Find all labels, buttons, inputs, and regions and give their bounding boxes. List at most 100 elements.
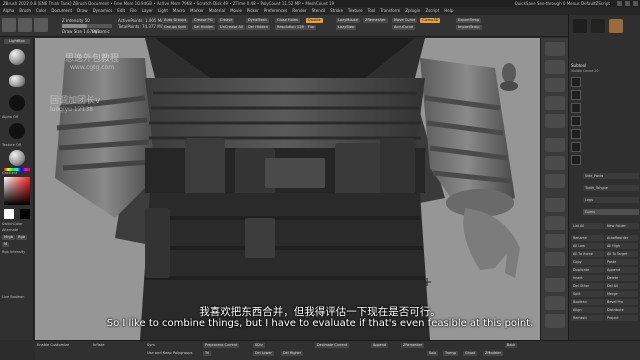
gradient-label[interactable]: Gradient [2, 171, 17, 175]
menu-preferences[interactable]: Preferences [264, 7, 288, 15]
back-button[interactable]: Back [505, 343, 518, 348]
z-intensity-slider[interactable] [62, 24, 112, 28]
export-temp-button[interactable]: ExportTemp [456, 18, 482, 23]
menu-layer[interactable]: Layer [142, 7, 153, 15]
menu-stroke[interactable]: Stroke [330, 7, 343, 15]
material-thumbnail[interactable] [9, 150, 25, 166]
sel-hidden-button[interactable]: Sel Hidden [192, 25, 216, 30]
frame-button[interactable] [545, 198, 565, 212]
menu-zscript[interactable]: Zscript [425, 7, 439, 15]
solo-bottom-button[interactable]: Solo [427, 351, 439, 356]
enable-customize[interactable]: Enable Customize [37, 343, 69, 348]
subtool-thumb-1[interactable] [571, 77, 581, 87]
tool-thumbnail-3[interactable] [609, 19, 623, 33]
menu-brush[interactable]: Brush [19, 7, 31, 15]
subtool-item-4[interactable]: Gums [583, 209, 639, 215]
list-all-button[interactable]: List All [571, 223, 604, 229]
live-boolean-label[interactable]: Live Boolean [2, 295, 24, 299]
lazymouse-button[interactable]: LazyMouse [336, 18, 360, 23]
menu-draw[interactable]: Draw [77, 7, 87, 15]
del-hidden-button[interactable]: Del Hidden [246, 25, 270, 30]
transp-bottom-button[interactable]: Transp [443, 351, 459, 356]
gizmo3d-button[interactable]: Gizmo3D [420, 18, 441, 23]
rotate-view-button[interactable] [545, 252, 565, 266]
menu-material[interactable]: Material [209, 7, 225, 15]
m-button[interactable]: M [2, 242, 10, 247]
polyf-button[interactable] [545, 278, 565, 292]
sdiv-slider[interactable]: SDiv [253, 343, 265, 348]
menu-texture[interactable]: Texture [348, 7, 363, 15]
subtool-thumb-5[interactable] [571, 129, 581, 139]
scale-view-button[interactable] [545, 234, 565, 248]
subtool-thumb-6[interactable] [571, 142, 581, 152]
sym-button[interactable]: Sym [147, 343, 155, 348]
decimate-button[interactable]: Decimate Current [315, 343, 350, 348]
subtool-action-rename[interactable]: Rename [571, 235, 604, 241]
texture-thumbnail[interactable] [9, 123, 25, 139]
zremesher-button[interactable]: ZRemesher [363, 18, 388, 23]
import-temp-button[interactable]: ImportTemp [456, 25, 482, 30]
subtool-action-all-high[interactable]: All High [605, 243, 638, 249]
subtool-action-copy[interactable]: Copy [571, 259, 604, 265]
bpr-button[interactable] [545, 42, 565, 56]
subtool-item-3[interactable]: Legs [583, 197, 639, 203]
subtool-item-1[interactable]: Side_Pants [583, 173, 639, 179]
zremesher-bottom-button[interactable]: ZRemesher [401, 343, 425, 348]
maximize-icon[interactable] [625, 1, 630, 6]
alpha-off-label[interactable]: Alpha Off [2, 115, 18, 119]
mrgb-button[interactable]: Mrgb [2, 235, 16, 240]
del-lower-button[interactable]: Del Lower [253, 351, 274, 356]
flip-button[interactable]: Flip [306, 25, 317, 30]
zmodeler-bottom-button[interactable]: ZModeler [483, 351, 503, 356]
subtool-action-insert[interactable]: Insert [571, 275, 604, 281]
minimize-icon[interactable] [617, 1, 622, 6]
alternate-label[interactable]: Alternate [2, 228, 18, 232]
main-color-swatch[interactable] [4, 209, 14, 219]
accucurve-button[interactable]: AccuCurve [392, 25, 416, 30]
texture-off-label[interactable]: Texture Off [2, 143, 21, 147]
menu-tool[interactable]: Tool [368, 7, 376, 15]
menu-document[interactable]: Document [51, 7, 72, 15]
preprocess-button[interactable]: Preprocess Current [203, 343, 240, 348]
double-button[interactable]: Double [306, 18, 323, 23]
groups-split-button[interactable]: Groups Split [162, 25, 188, 30]
subtool-action-duplicate[interactable]: Duplicate [571, 267, 604, 273]
uncrease-all-button[interactable]: UnCrease All [218, 25, 245, 30]
switch-color-label[interactable]: SwitchColor [2, 222, 23, 226]
aahalf-button[interactable] [545, 114, 565, 128]
tool-thumbnail[interactable] [573, 19, 587, 33]
visible-count[interactable]: Visible Count 20 [571, 69, 599, 73]
menu-help[interactable]: Help [444, 7, 453, 15]
menu-alpha[interactable]: Alpha [3, 7, 14, 15]
menu-stencil[interactable]: Stencil [312, 7, 326, 15]
draw-mode-button[interactable] [18, 18, 32, 32]
tri-button[interactable]: Tri [203, 351, 211, 356]
move-view-button[interactable] [545, 216, 565, 230]
crease-button[interactable]: Crease [218, 18, 235, 23]
close-holes-button[interactable]: Close Holes [275, 18, 300, 23]
menu-marker[interactable]: Marker [190, 7, 204, 15]
inflate-slider[interactable]: Inflate [93, 343, 104, 348]
subtool-action-split[interactable]: Split [571, 291, 604, 297]
subtool-thumb-7[interactable] [571, 155, 581, 165]
new-folder-button[interactable]: New Folder [605, 223, 639, 229]
persp-button[interactable] [545, 138, 565, 152]
zoom-button[interactable] [545, 78, 565, 92]
menu-file[interactable]: File [130, 7, 137, 15]
crease-pg-button[interactable]: Crease PG [192, 18, 215, 23]
subtool-action-append[interactable]: Append [605, 267, 638, 273]
subtool-thumb-3[interactable] [571, 103, 581, 113]
document-canvas[interactable]: 思逸外包教程 www.cgtg.com 回调加团长v luoqiyu 12138 [35, 38, 540, 340]
del-higher-button[interactable]: Del Higher [281, 351, 303, 356]
edit-mode-button[interactable] [2, 18, 16, 32]
tool-thumbnail-2[interactable] [591, 19, 605, 33]
subtool-title[interactable]: Subtool [571, 63, 586, 68]
menu-transform[interactable]: Transform [380, 7, 400, 15]
subtool-action-paste[interactable]: Paste [605, 259, 638, 265]
subtool-action-all-to-target[interactable]: All To Target [605, 251, 638, 257]
subtool-action-merge[interactable]: Merge [605, 291, 638, 297]
secondary-color-swatch[interactable] [20, 209, 30, 219]
menu-movie[interactable]: Movie [230, 7, 242, 15]
actual-button[interactable] [545, 96, 565, 110]
stroke-thumbnail[interactable] [9, 75, 25, 87]
